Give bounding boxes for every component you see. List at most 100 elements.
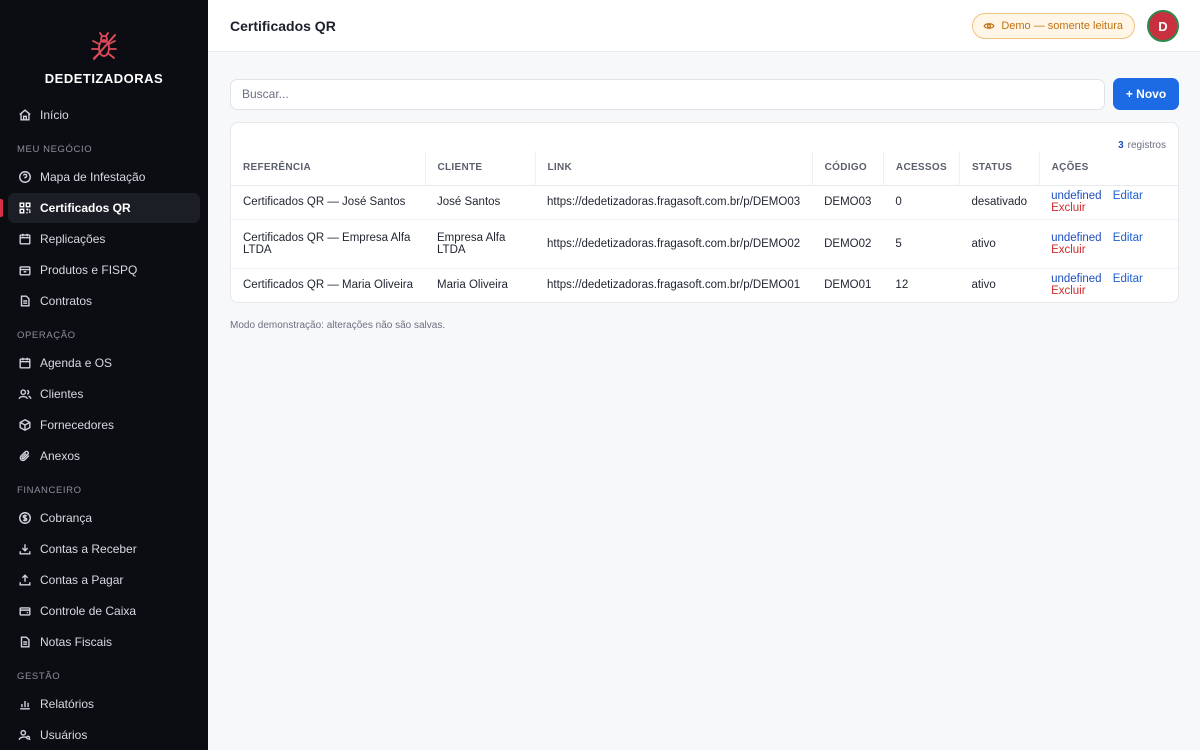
search-input[interactable] xyxy=(230,78,1105,110)
cell-codigo: DEMO03 xyxy=(812,185,884,220)
box-icon xyxy=(18,263,32,277)
undefined-action-link[interactable]: undefined xyxy=(1051,190,1102,202)
avatar[interactable]: D xyxy=(1147,10,1179,42)
table-row: Certificados QR — José Santos José Santo… xyxy=(231,185,1178,220)
sidebar-item-label: Agenda e OS xyxy=(40,356,113,370)
undefined-action-link[interactable]: undefined xyxy=(1051,232,1102,244)
sidebar-item-relatorios[interactable]: Relatórios xyxy=(8,689,200,719)
column-header-acoes: AÇÕES xyxy=(1039,151,1178,186)
column-header-acessos[interactable]: ACESSOS xyxy=(883,151,960,186)
delete-link[interactable]: Excluir xyxy=(1051,244,1086,256)
cell-referencia: Certificados QR — José Santos xyxy=(231,185,425,220)
download-icon xyxy=(18,542,32,556)
brand-name: DEDETIZADORAS xyxy=(44,71,164,86)
sidebar-item-label: Cobrança xyxy=(40,511,93,525)
sidebar-item-anexos[interactable]: Anexos xyxy=(8,441,200,471)
sidebar-item-usuarios[interactable]: Usuários xyxy=(8,720,200,750)
calendar-icon xyxy=(18,356,32,370)
sidebar-item-clientes[interactable]: Clientes xyxy=(8,379,200,409)
cell-codigo: DEMO01 xyxy=(824,279,872,292)
table-row: Certificados QR — Maria Oliveira Maria O… xyxy=(231,268,1178,302)
top-header: Certificados QR Demo — somente leitura D xyxy=(208,0,1200,52)
main-content: + Novo 3 registros REFERÊNCIA CLIENTE LI… xyxy=(230,78,1179,331)
sidebar-item-label: Controle de Caixa xyxy=(40,604,137,618)
upload-icon xyxy=(18,573,32,587)
sidebar-nav: Início MEU NEGÓCIO Mapa de Infestação Ce… xyxy=(0,100,208,750)
sidebar-item-label: Usuários xyxy=(40,728,88,742)
sidebar-item-contratos[interactable]: Contratos xyxy=(8,286,200,316)
toolbar: + Novo xyxy=(230,78,1179,110)
bar-chart-icon xyxy=(18,697,32,711)
sidebar-item-contas-pagar[interactable]: Contas a Pagar xyxy=(8,565,200,595)
sidebar-item-label: Contratos xyxy=(40,294,93,308)
cell-link: https://dedetizadoras.fragasoft.com.br/p… xyxy=(535,185,813,220)
sidebar-item-label: Notas Fiscais xyxy=(40,635,113,649)
certificates-table-card: 3 registros REFERÊNCIA CLIENTE LINK CÓDI… xyxy=(230,122,1179,303)
sidebar-item-replicacoes[interactable]: Replicações xyxy=(8,224,200,254)
sidebar-item-label: Mapa de Infestação xyxy=(40,170,146,184)
sidebar-item-inicio[interactable]: Início xyxy=(8,100,200,130)
sidebar: DEDETIZADORAS Início MEU NEGÓCIO Mapa de… xyxy=(0,0,208,750)
undefined-action-link[interactable]: undefined xyxy=(1051,273,1102,285)
sidebar-item-label: Produtos e FISPQ xyxy=(40,263,138,277)
eye-icon xyxy=(983,23,995,29)
home-icon xyxy=(18,108,32,122)
paperclip-icon xyxy=(18,449,32,463)
sidebar-item-mapa-infestacao[interactable]: Mapa de Infestação xyxy=(8,162,200,192)
bug-logo-icon xyxy=(91,32,117,60)
sidebar-item-controle-caixa[interactable]: Controle de Caixa xyxy=(8,596,200,626)
sidebar-item-label: Contas a Pagar xyxy=(40,573,124,587)
table-row: Certificados QR — Empresa Alfa LTDA Empr… xyxy=(231,219,1178,269)
file-icon xyxy=(18,294,32,308)
sidebar-item-label: Clientes xyxy=(40,387,84,401)
edit-link[interactable]: Editar xyxy=(1113,190,1143,202)
qr-grid-icon xyxy=(18,201,32,215)
wallet-icon xyxy=(18,604,32,618)
demo-badge-label: Demo — somente leitura xyxy=(1001,20,1123,32)
cell-acessos: 0 xyxy=(883,185,960,220)
dollar-circle-icon xyxy=(18,511,32,525)
section-title-meu-negocio: MEU NEGÓCIO xyxy=(17,144,93,155)
cell-acessos: 12 xyxy=(895,279,909,292)
file-icon xyxy=(18,635,32,649)
cell-acessos: 5 xyxy=(883,219,960,269)
delete-link[interactable]: Excluir xyxy=(1051,285,1086,297)
sidebar-item-contas-receber[interactable]: Contas a Receber xyxy=(8,534,200,564)
sidebar-item-label: Contas a Receber xyxy=(40,542,137,556)
column-header-status[interactable]: STATUS xyxy=(959,151,1040,186)
column-header-codigo[interactable]: CÓDIGO xyxy=(812,151,884,186)
sidebar-item-label: Replicações xyxy=(40,232,106,246)
sidebar-item-produtos-fispq[interactable]: Produtos e FISPQ xyxy=(8,255,200,285)
cell-status: desativado xyxy=(959,185,1040,220)
sidebar-item-agenda-os[interactable]: Agenda e OS xyxy=(8,348,200,378)
sidebar-item-label: Fornecedores xyxy=(40,418,115,432)
column-header-cliente[interactable]: CLIENTE xyxy=(425,151,536,186)
new-button[interactable]: + Novo xyxy=(1113,78,1179,110)
cell-cliente: José Santos xyxy=(425,185,535,220)
section-title-financeiro: FINANCEIRO xyxy=(17,485,82,496)
sidebar-item-certificados-qr[interactable]: Certificados QR xyxy=(0,193,200,223)
cell-cliente: Maria Oliveira xyxy=(437,279,508,292)
demo-footnote: Modo demonstração: alterações não são sa… xyxy=(230,320,446,331)
cell-cliente: Empresa Alfa LTDA xyxy=(425,219,535,269)
sidebar-item-cobranca[interactable]: Cobrança xyxy=(8,503,200,533)
section-title-gestao: GESTÃO xyxy=(17,671,61,682)
edit-link[interactable]: Editar xyxy=(1113,232,1143,244)
sidebar-item-fornecedores[interactable]: Fornecedores xyxy=(8,410,200,440)
sidebar-item-label: Início xyxy=(40,108,69,122)
calendar-icon xyxy=(18,232,32,246)
sidebar-item-label: Certificados QR xyxy=(40,201,131,215)
table-header-row: REFERÊNCIA CLIENTE LINK CÓDIGO ACESSOS S… xyxy=(231,151,1178,186)
certificates-table: REFERÊNCIA CLIENTE LINK CÓDIGO ACESSOS S… xyxy=(231,151,1178,302)
section-title-operacao: OPERAÇÃO xyxy=(17,330,76,341)
cell-codigo: DEMO02 xyxy=(812,219,884,269)
records-count-number: 3 xyxy=(1118,140,1124,151)
cell-status: ativo xyxy=(971,279,996,292)
cell-link: https://dedetizadoras.fragasoft.com.br/p… xyxy=(547,279,801,292)
sidebar-item-notas-fiscais[interactable]: Notas Fiscais xyxy=(8,627,200,657)
delete-link[interactable]: Excluir xyxy=(1051,202,1086,214)
cell-referencia: Certificados QR — Empresa Alfa LTDA xyxy=(231,219,425,269)
column-header-referencia[interactable]: REFERÊNCIA xyxy=(231,151,426,186)
edit-link[interactable]: Editar xyxy=(1113,273,1143,285)
column-header-link[interactable]: LINK xyxy=(535,151,813,186)
